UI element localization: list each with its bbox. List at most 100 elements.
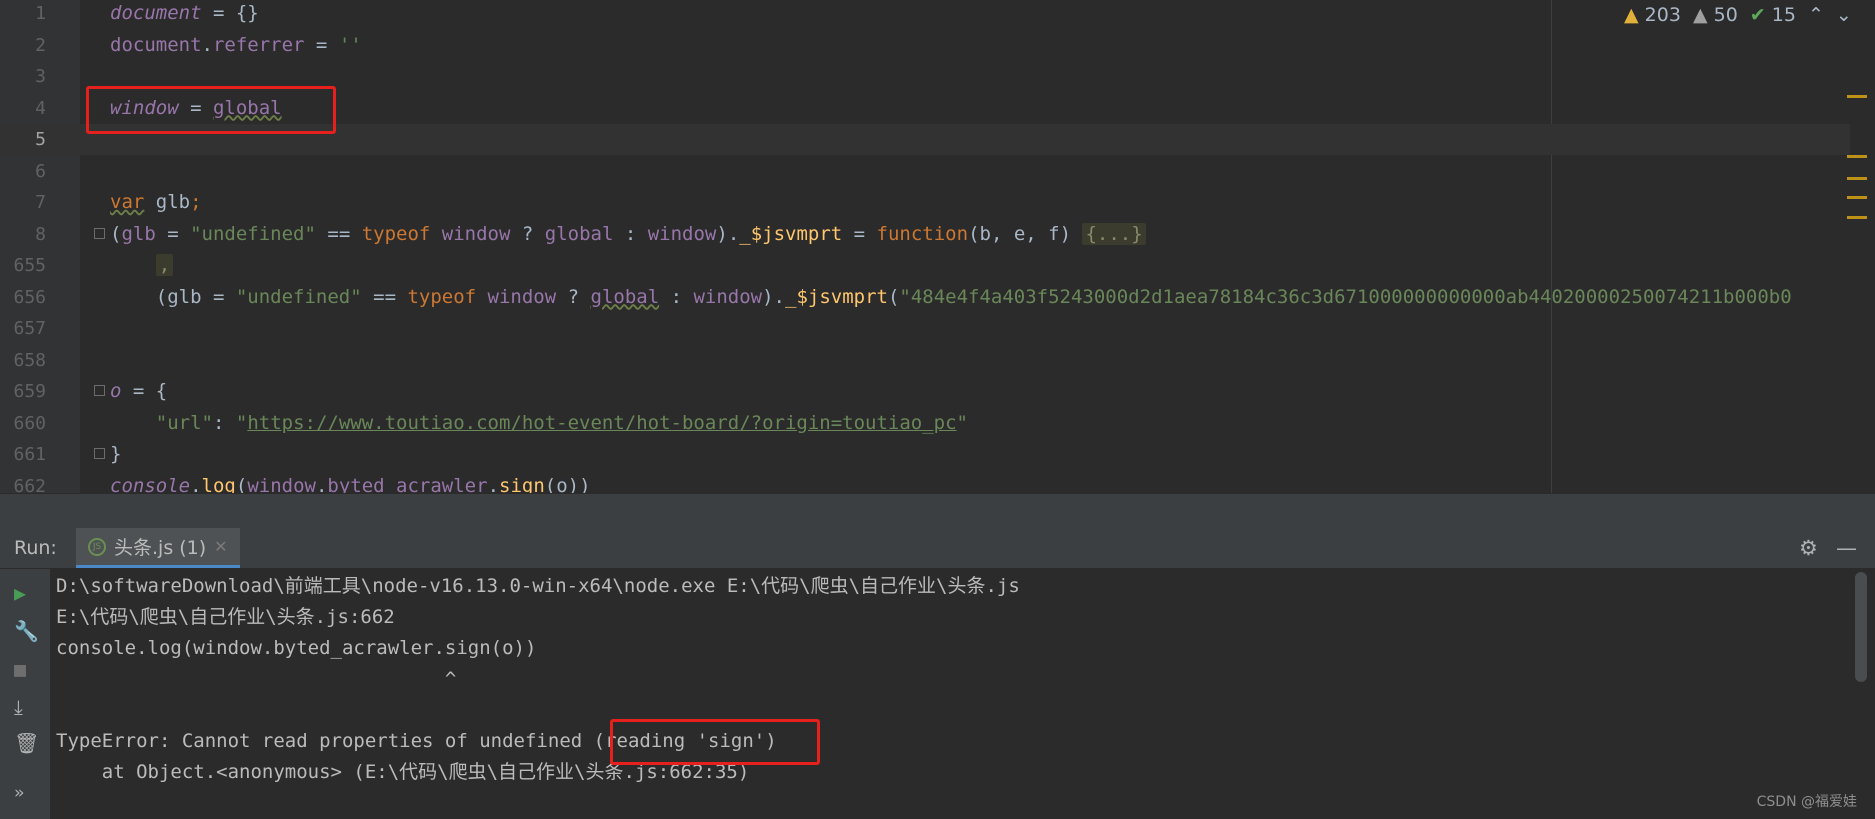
fold-icon[interactable] (94, 227, 105, 239)
console-scrollbar[interactable] (1855, 572, 1867, 682)
code-token: referrer (212, 33, 305, 56)
wrench-icon[interactable]: 🔧 (14, 619, 39, 643)
stop-icon[interactable]: ■ (14, 657, 26, 681)
code-token: ( (235, 474, 248, 494)
code-token: typeof (407, 285, 477, 308)
code-text: , (110, 250, 174, 281)
code-text: } (110, 439, 121, 470)
output-line: E:\代码\爬虫\自己作业\头条.js:662 (56, 606, 395, 628)
code-token: " (235, 411, 248, 434)
code-token: = (842, 222, 877, 245)
code-line[interactable]: 657 (0, 313, 1850, 344)
line-number: 6 (35, 160, 46, 182)
code-token: "undefined" (235, 285, 362, 308)
code-token: . (201, 33, 213, 56)
panel-splitter[interactable] (0, 493, 1875, 529)
code-text: o = { (110, 376, 167, 407)
code-token: log (201, 474, 236, 494)
code-line[interactable]: 8 (glb = "undefined" == typeof window ? g… (0, 219, 1850, 250)
error-stripe[interactable] (1847, 0, 1869, 493)
code-token: https://www.toutiao.com/hot-event/hot-bo… (247, 411, 957, 434)
line-number: 4 (35, 97, 46, 119)
code-token: typeof (361, 222, 431, 245)
warning-count[interactable]: ▲ 203 (1624, 4, 1681, 26)
code-token: '' (338, 33, 362, 56)
trash-icon[interactable]: 🗑 (14, 731, 39, 755)
code-line[interactable]: 661} (0, 439, 1850, 470)
warning-mark[interactable] (1847, 196, 1867, 199)
code-token: , (155, 254, 174, 276)
code-token: : (613, 222, 648, 245)
code-token: o (110, 380, 122, 402)
code-token: _$jsvmprt (739, 222, 843, 245)
fold-icon[interactable] (94, 448, 105, 459)
line-number: 1 (35, 3, 46, 24)
code-token: = {} (201, 2, 259, 24)
gear-icon[interactable]: ⚙ (1799, 536, 1818, 560)
run-tab[interactable]: JS 头条.js (1) ✕ (76, 528, 240, 568)
code-token: window (247, 474, 316, 494)
line-number: 661 (13, 444, 46, 465)
code-line[interactable]: 7 var glb; (0, 187, 1850, 218)
code-line[interactable]: 6 (0, 156, 1850, 187)
code-token: (o)) (544, 474, 591, 494)
code-text: console.log(window.byted_acrawler.sign(o… (110, 471, 591, 494)
code-line[interactable]: 656 (glb = "undefined" == typeof window … (0, 282, 1850, 313)
code-text: (glb = "undefined" == typeof window ? gl… (110, 219, 1146, 250)
check-icon: ✔ (1749, 4, 1766, 26)
code-token: } (110, 443, 122, 465)
code-token: = { (121, 380, 168, 402)
code-text: document = {} (110, 0, 259, 29)
code-line[interactable]: 659 o = { (0, 376, 1850, 407)
code-line[interactable]: 658 (0, 345, 1850, 376)
code-line[interactable]: 660 "url": "https://www.toutiao.com/hot-… (0, 408, 1850, 439)
line-number: 7 (35, 192, 46, 213)
code-editor[interactable]: 1 document = {} 2 document.referrer = '' 3 4 w… (0, 0, 1875, 493)
code-token: : (212, 411, 236, 434)
code-token: ? (556, 285, 591, 308)
code-token: var (110, 191, 145, 213)
warning-mark[interactable] (1847, 95, 1867, 98)
console-output[interactable]: ▶ 🔧 ■ ⤓ 🗑 » D:\softwareDownload\前端工具\nod… (0, 569, 1875, 819)
inspection-widget[interactable]: ▲ 203 ▲ 50 ✔ 15 ⌃ ⌄ (1624, 4, 1852, 26)
warning-mark[interactable] (1847, 216, 1867, 219)
watermark: CSDN @福爱娃 (1756, 794, 1857, 810)
fold-icon[interactable] (94, 385, 105, 396)
code-line[interactable]: 1 document = {} (0, 0, 1850, 29)
code-line[interactable]: 2 document.referrer = '' (0, 30, 1850, 61)
more-icon[interactable]: » (14, 783, 24, 803)
run-toolbar: ▶ 🔧 ■ ⤓ 🗑 » (0, 569, 50, 819)
code-token: global (590, 285, 660, 308)
code-token: " (956, 411, 968, 434)
code-token: document (110, 33, 202, 56)
code-token: global (544, 222, 614, 245)
weak-warning-count[interactable]: ▲ 50 (1693, 4, 1738, 26)
code-token: : (659, 285, 694, 308)
minimize-icon[interactable]: — (1836, 536, 1857, 560)
code-token: _$jsvmprt (785, 285, 888, 308)
warning-icon: ▲ (1624, 4, 1639, 26)
code-token: == (315, 222, 362, 245)
code-token: ; (190, 191, 202, 213)
typo-count[interactable]: ✔ 15 (1750, 4, 1796, 26)
code-token: = (304, 33, 339, 56)
js-file-icon: JS (88, 537, 106, 556)
highlight-box-window-global (86, 86, 336, 134)
code-line[interactable]: 655 , (0, 250, 1850, 281)
scroll-to-end-icon[interactable]: ⤓ (14, 695, 23, 719)
rerun-icon[interactable]: ▶ (14, 581, 26, 605)
previous-highlight-icon[interactable]: ⌃ (1808, 4, 1824, 26)
close-icon[interactable]: ✕ (214, 537, 227, 556)
code-token: glb (144, 191, 191, 213)
code-token: window (476, 285, 557, 308)
output-line: console.log(window.byted_acrawler.sign(o… (56, 637, 537, 659)
code-token: ( (110, 222, 122, 245)
run-label: Run: (14, 537, 57, 559)
warning-mark[interactable] (1847, 177, 1867, 180)
line-number: 659 (13, 381, 46, 402)
code-line[interactable]: 662 console.log(window.byted_acrawler.sig… (0, 471, 1850, 494)
warning-mark[interactable] (1847, 155, 1867, 158)
code-token: . (190, 474, 202, 494)
